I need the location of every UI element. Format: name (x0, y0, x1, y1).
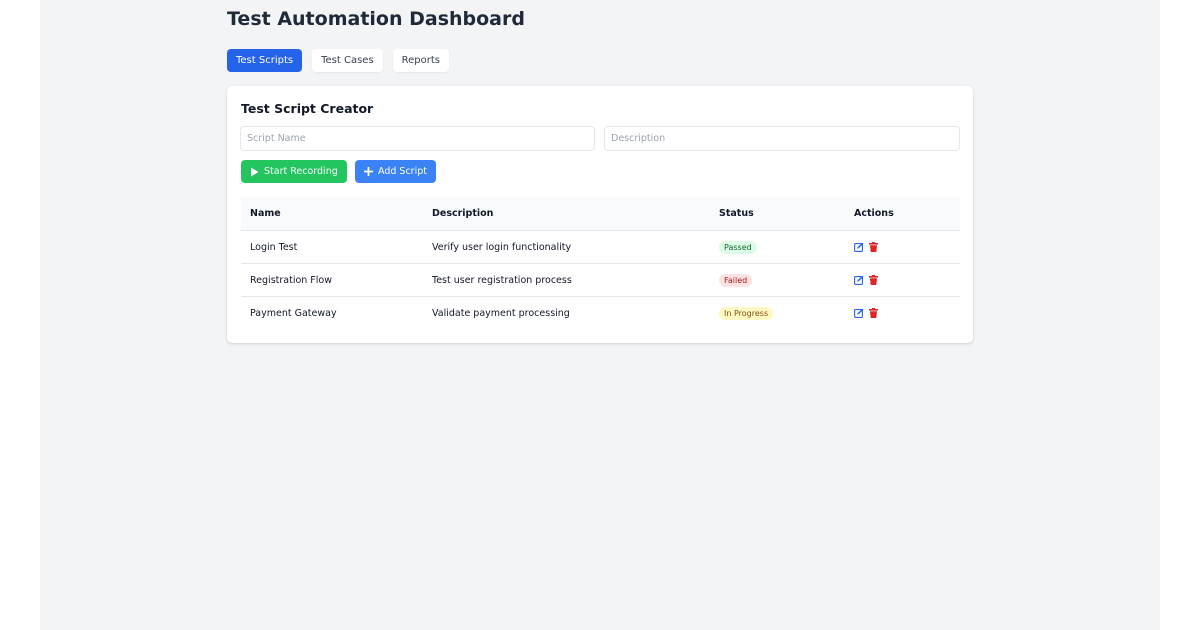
description-input[interactable] (604, 126, 960, 151)
actions-cell (854, 308, 960, 318)
trash-icon[interactable] (869, 308, 878, 318)
status-badge: Passed (719, 240, 757, 254)
script-description-cell: Validate payment processing (432, 307, 570, 319)
script-name-cell: Registration Flow (250, 274, 332, 286)
column-header-name: Name (250, 208, 281, 219)
add-script-label: Add Script (378, 166, 427, 177)
edit-icon[interactable] (854, 308, 864, 318)
tab-test-scripts[interactable]: Test Scripts (227, 49, 303, 72)
script-name-cell: Login Test (250, 241, 298, 253)
actions-cell (854, 242, 960, 252)
status-badge: Failed (719, 273, 753, 287)
script-name-cell: Payment Gateway (250, 307, 337, 319)
script-name-input[interactable] (240, 126, 595, 151)
start-recording-label: Start Recording (264, 166, 338, 177)
actions-cell (854, 275, 960, 285)
tab-bar: Test Scripts Test Cases Reports (227, 49, 450, 72)
status-badge: In Progress (719, 306, 774, 320)
trash-icon[interactable] (869, 275, 878, 285)
status-cell: Failed (719, 273, 854, 287)
card-title: Test Script Creator (241, 101, 374, 116)
column-header-status: Status (719, 208, 754, 219)
script-description-cell: Test user registration process (432, 274, 572, 286)
script-description-cell: Verify user login functionality (432, 241, 572, 253)
tab-reports[interactable]: Reports (392, 49, 450, 72)
status-cell: Passed (719, 240, 854, 254)
scripts-table: Name Description Status Actions Login Te… (241, 197, 960, 329)
edit-icon[interactable] (854, 275, 864, 285)
add-script-button[interactable]: Add Script (355, 160, 436, 183)
app-container: Test Automation Dashboard Test Scripts T… (40, 0, 1160, 630)
test-script-creator-card: Test Script Creator Start Recording Add … (227, 86, 973, 343)
table-row: Payment Gateway Validate payment process… (241, 296, 960, 329)
play-icon (251, 167, 259, 176)
status-cell: In Progress (719, 306, 854, 320)
table-row: Login Test Verify user login functionali… (241, 230, 960, 263)
column-header-actions: Actions (854, 208, 894, 219)
plus-icon (364, 167, 373, 176)
table-row: Registration Flow Test user registration… (241, 263, 960, 296)
column-header-description: Description (432, 208, 494, 219)
table-header: Name Description Status Actions (241, 197, 960, 230)
page-title: Test Automation Dashboard (227, 8, 525, 30)
edit-icon[interactable] (854, 242, 864, 252)
trash-icon[interactable] (869, 242, 878, 252)
start-recording-button[interactable]: Start Recording (241, 160, 347, 183)
tab-test-cases[interactable]: Test Cases (312, 49, 383, 72)
